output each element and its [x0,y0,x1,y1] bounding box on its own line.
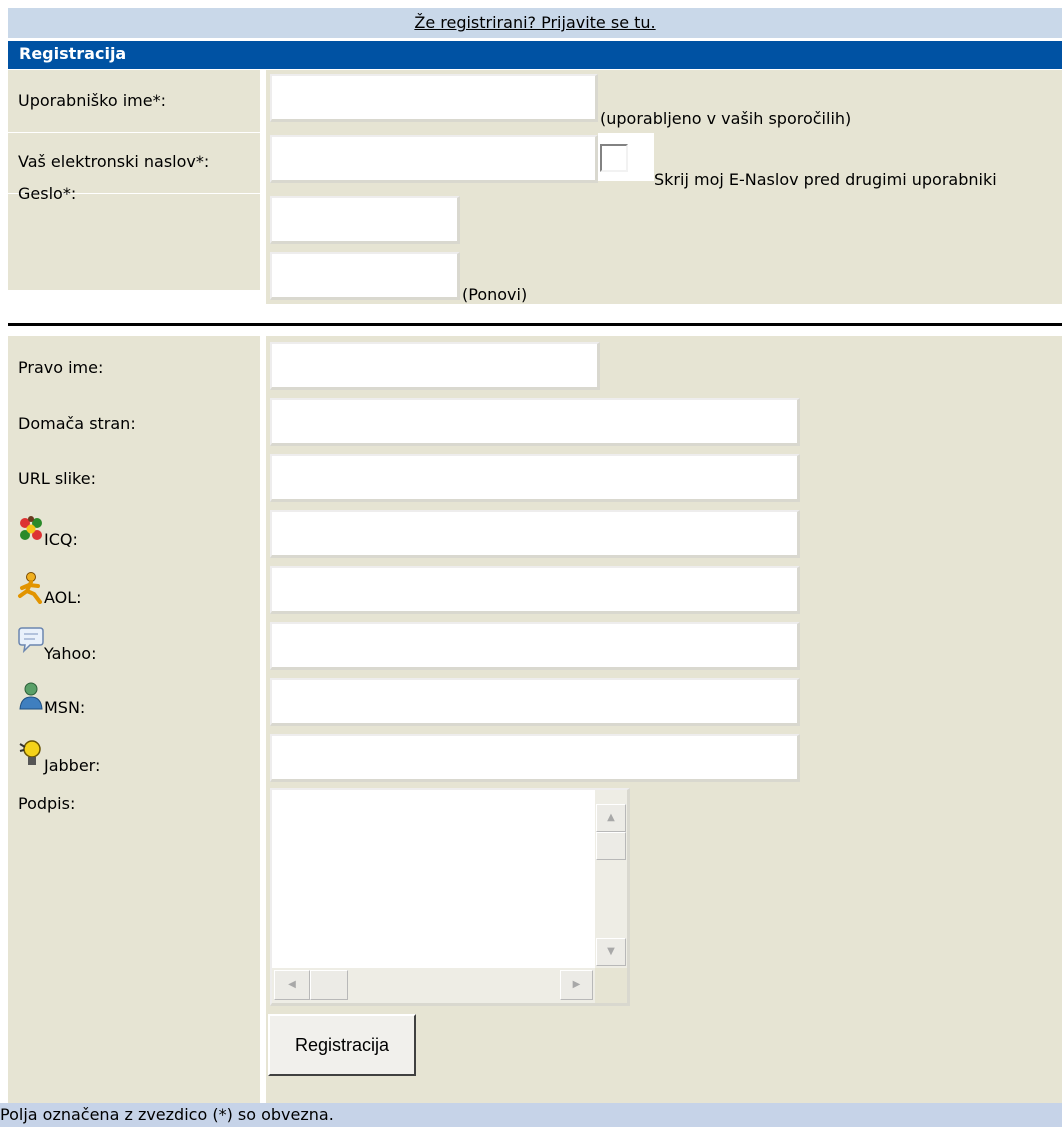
email-label: Vaš elektronski naslov*: [18,152,210,171]
login-link[interactable]: Že registrirani? Prijavite se tu. [414,13,655,32]
required-fields-footer: Polja označena z zvezdico (*) so obvezna… [0,1103,1062,1127]
yahoo-speech-bubble-icon [16,626,46,662]
signature-vertical-scrollbar[interactable]: ▲ ▼ [595,790,627,968]
realname-input[interactable] [270,342,600,390]
scroll-left-button[interactable]: ◀ [274,970,310,1000]
homepage-label: Domača stran: [18,414,136,433]
section-divider [8,323,1062,326]
scroll-horizontal-thumb[interactable] [310,970,348,1000]
yahoo-row-label: Yahoo: [16,626,96,663]
hide-email-checkbox[interactable] [600,144,628,172]
scrollbar-corner [595,968,627,1003]
icq-row-label: ICQ: [16,514,78,549]
section-header: Registracija [8,41,1062,69]
signature-textarea[interactable]: ▲ ▼ ◀ ▶ [270,788,630,1006]
scroll-down-button[interactable]: ▼ [596,938,626,966]
jabber-input[interactable] [270,734,800,782]
username-input[interactable] [270,74,598,122]
email-input[interactable] [270,135,598,183]
msn-label: MSN: [44,698,86,717]
scroll-right-button[interactable]: ▶ [560,970,593,1000]
aol-label: AOL: [44,588,82,607]
hide-email-checkbox-cell [598,133,654,181]
icq-flower-icon [16,514,46,548]
jabber-label: Jabber: [44,756,101,775]
signature-label: Podpis: [18,794,76,813]
label-cell-password [8,194,260,290]
aol-row-label: AOL: [16,572,82,608]
scroll-up-button[interactable]: ▲ [596,804,626,832]
homepage-input[interactable] [270,398,800,446]
yahoo-input[interactable] [270,622,800,670]
section-title: Registracija [19,44,127,63]
signature-horizontal-scrollbar[interactable]: ◀ ▶ [272,968,595,1003]
jabber-lightbulb-icon [16,738,46,776]
username-note: (uporabljeno v vaših sporočilih) [600,109,852,128]
msn-buddy-icon [16,682,46,716]
msn-input[interactable] [270,678,800,726]
jabber-row-label: Jabber: [16,738,100,776]
register-button[interactable]: Registracija [268,1014,416,1076]
avatar-url-input[interactable] [270,454,800,502]
realname-label: Pravo ime: [18,358,104,377]
aol-running-man-icon [16,572,46,608]
msn-row-label: MSN: [16,682,85,717]
scroll-vertical-thumb[interactable] [596,832,626,860]
icq-label: ICQ: [44,530,78,549]
username-label: Uporabniško ime*: [18,91,166,110]
icq-input[interactable] [270,510,800,558]
aol-input[interactable] [270,566,800,614]
password-repeat-input[interactable] [270,252,460,300]
password-repeat-note: (Ponovi) [462,285,528,304]
avatar-url-label: URL slike: [18,469,96,488]
password-label: Geslo*: [18,184,77,203]
password-input[interactable] [270,196,460,244]
yahoo-label: Yahoo: [44,644,97,663]
hide-email-label: Skrij moj E-Naslov pred drugimi uporabni… [654,170,997,189]
label-cell-extra [8,336,260,1103]
login-link-bar: Že registrirani? Prijavite se tu. [8,8,1062,38]
required-fields-note: Polja označena z zvezdico (*) so obvezna… [0,1105,334,1124]
